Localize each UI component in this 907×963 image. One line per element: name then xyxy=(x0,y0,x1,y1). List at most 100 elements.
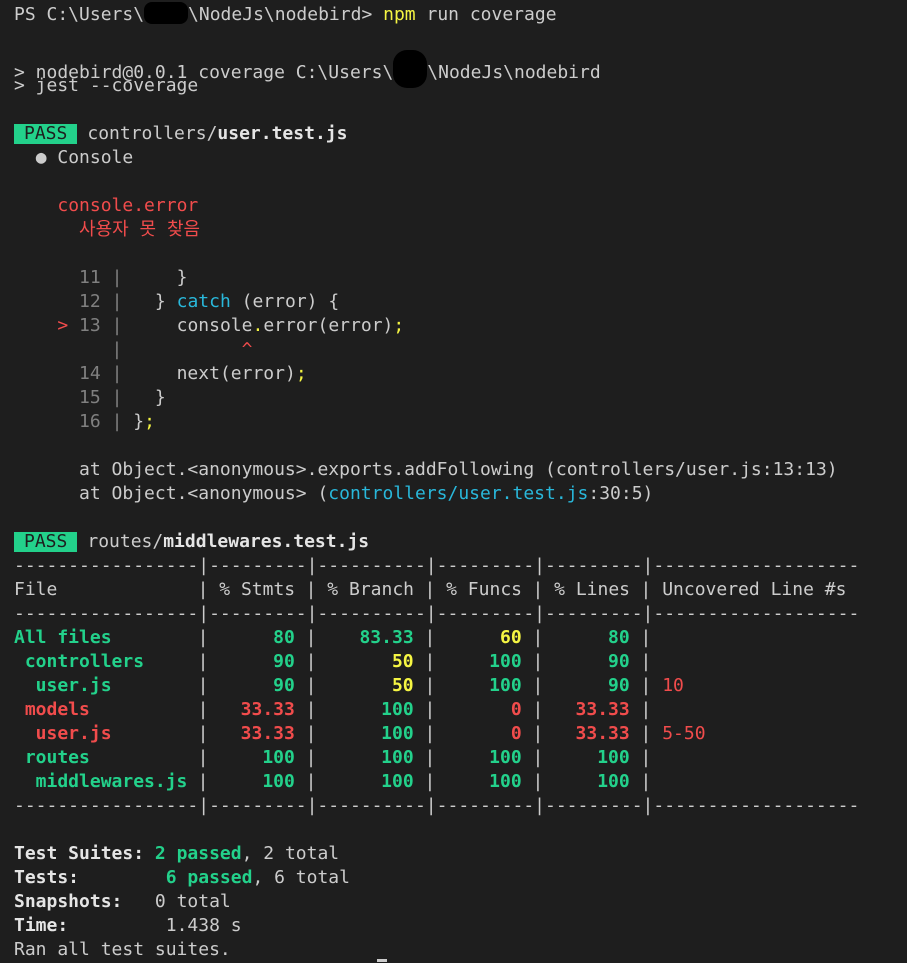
line-number: 13 xyxy=(79,315,101,336)
coverage-uncovered xyxy=(651,747,662,768)
code-line-12: 12 | } catch (error) { xyxy=(79,291,340,312)
summary-footer: Ran all test suites. xyxy=(14,939,231,960)
coverage-stmts: 33.33 xyxy=(240,723,295,744)
coverage-lines: 80 xyxy=(608,627,630,648)
suite1-dir: controllers/ xyxy=(87,123,218,144)
summary-label: Snapshots: xyxy=(14,891,123,912)
header-uncovered: Uncovered Line #s xyxy=(651,579,847,600)
column-divider: | xyxy=(305,675,317,696)
code-text: } xyxy=(133,291,177,312)
stack-file-link[interactable]: controllers/user.test.js xyxy=(328,483,588,504)
code-line-16: 16 | }; xyxy=(79,411,155,432)
column-divider: | xyxy=(424,771,436,792)
column-divider: | xyxy=(424,675,436,696)
column-divider: | xyxy=(197,699,209,720)
console-bullet: ● Console xyxy=(35,147,134,168)
coverage-file: middlewares.js xyxy=(14,771,188,792)
line-number: 16 xyxy=(79,411,101,432)
code-semicolon: ; xyxy=(144,411,155,432)
column-divider: | xyxy=(532,651,544,672)
coverage-stmts: 90 xyxy=(273,651,295,672)
summary-suites: Test Suites: 2 passed, 2 total xyxy=(14,842,907,866)
column-divider: | xyxy=(532,627,544,648)
coverage-funcs: 60 xyxy=(500,627,522,648)
summary-snapshots: Snapshots: 0 total xyxy=(14,890,907,914)
summary-label: Test Suites: xyxy=(14,843,145,864)
column-divider: | xyxy=(197,675,209,696)
column-divider: | xyxy=(424,579,436,600)
column-divider: | xyxy=(640,699,652,720)
column-divider: | xyxy=(305,771,317,792)
line-number: 11 xyxy=(79,267,101,288)
column-divider: | xyxy=(305,651,317,672)
coverage-lines: 90 xyxy=(608,651,630,672)
header-file: File xyxy=(14,579,58,600)
column-divider: | xyxy=(197,747,209,768)
coverage-funcs: 0 xyxy=(510,699,522,720)
column-divider: | xyxy=(197,771,209,792)
coverage-file: user.js xyxy=(14,675,112,696)
suite1-file: user.test.js xyxy=(217,123,348,144)
redacted-username xyxy=(144,2,189,24)
summary-passed: 6 passed xyxy=(165,867,253,888)
coverage-stmts: 100 xyxy=(262,747,295,768)
console-error-message: 사용자 못 찾음 xyxy=(14,218,907,242)
summary-total: , 2 total xyxy=(241,843,340,864)
column-divider: | xyxy=(532,747,544,768)
stack-line-2: at Object.<anonymous> (controllers/user.… xyxy=(14,482,907,506)
coverage-stmts: 80 xyxy=(273,627,295,648)
column-divider: | xyxy=(640,747,652,768)
coverage-branch: 50 xyxy=(391,651,414,672)
code-line-14: 14 | next(error); xyxy=(79,363,307,384)
coverage-row: models | 33.33 | 100 | 0 | 33.33 | xyxy=(14,698,907,722)
column-divider: | xyxy=(424,627,436,648)
column-divider: | xyxy=(424,723,436,744)
coverage-lines: 100 xyxy=(597,771,630,792)
terminal[interactable]: PS C:\Users\ \NodeJs\nodebird> npm run co… xyxy=(0,0,907,962)
console-error-text: console.error xyxy=(57,195,199,216)
summary-passed: 2 passed xyxy=(154,843,242,864)
coverage-uncovered: 10 xyxy=(651,675,684,696)
coverage-separator: -----------------|---------|----------|-… xyxy=(14,603,860,624)
suite2-header: PASS routes/middlewares.test.js xyxy=(14,530,907,554)
coverage-file: models xyxy=(14,699,90,720)
coverage-uncovered xyxy=(651,627,662,648)
console-error-label: console.error xyxy=(14,194,907,218)
code-line-13: > 13 | console.error(error); xyxy=(57,315,405,336)
column-divider: | xyxy=(640,771,652,792)
summary-value: 1.438 s xyxy=(165,915,242,936)
code-text: } xyxy=(133,267,188,288)
code-line-15: 15 | } xyxy=(79,387,166,408)
caret-line: | ^ xyxy=(111,339,253,360)
prompt-line: PS C:\Users\ \NodeJs\nodebird> npm run co… xyxy=(14,2,907,26)
coverage-lines: 90 xyxy=(608,675,630,696)
coverage-stmts: 100 xyxy=(262,771,295,792)
coverage-branch: 50 xyxy=(391,675,414,696)
pass-badge: PASS xyxy=(14,124,78,144)
code-semicolon: ; xyxy=(295,363,307,384)
summary-value: 0 total xyxy=(154,891,231,912)
coverage-separator: -----------------|---------|----------|-… xyxy=(14,795,860,816)
column-divider: | xyxy=(197,651,209,672)
summary-total: , 6 total xyxy=(252,867,350,888)
code-text: } xyxy=(133,411,145,432)
coverage-row: user.js | 90 | 50 | 100 | 90 | 10 xyxy=(14,674,907,698)
line-number: 14 xyxy=(79,363,101,384)
summary-time: Time: 1.438 s xyxy=(14,914,907,938)
coverage-table: -----------------|---------|----------|-… xyxy=(14,554,907,818)
coverage-separator: -----------------|---------|----------|-… xyxy=(14,555,860,576)
column-divider: | xyxy=(305,747,317,768)
summary-tests: Tests: 6 passed, 6 total xyxy=(14,866,907,890)
coverage-branch: 100 xyxy=(381,723,414,744)
coverage-file: routes xyxy=(14,747,90,768)
coverage-lines: 33.33 xyxy=(575,723,630,744)
console-error-message-text: 사용자 못 찾음 xyxy=(79,219,201,240)
summary-label: Time: xyxy=(14,915,69,936)
column-divider: | xyxy=(305,579,317,600)
column-divider: | xyxy=(424,699,436,720)
coverage-uncovered xyxy=(651,651,662,672)
coverage-branch: 100 xyxy=(381,747,414,768)
line-number: 15 xyxy=(79,387,101,408)
column-divider: | xyxy=(532,699,544,720)
coverage-row: user.js | 33.33 | 100 | 0 | 33.33 | 5-50 xyxy=(14,722,907,746)
